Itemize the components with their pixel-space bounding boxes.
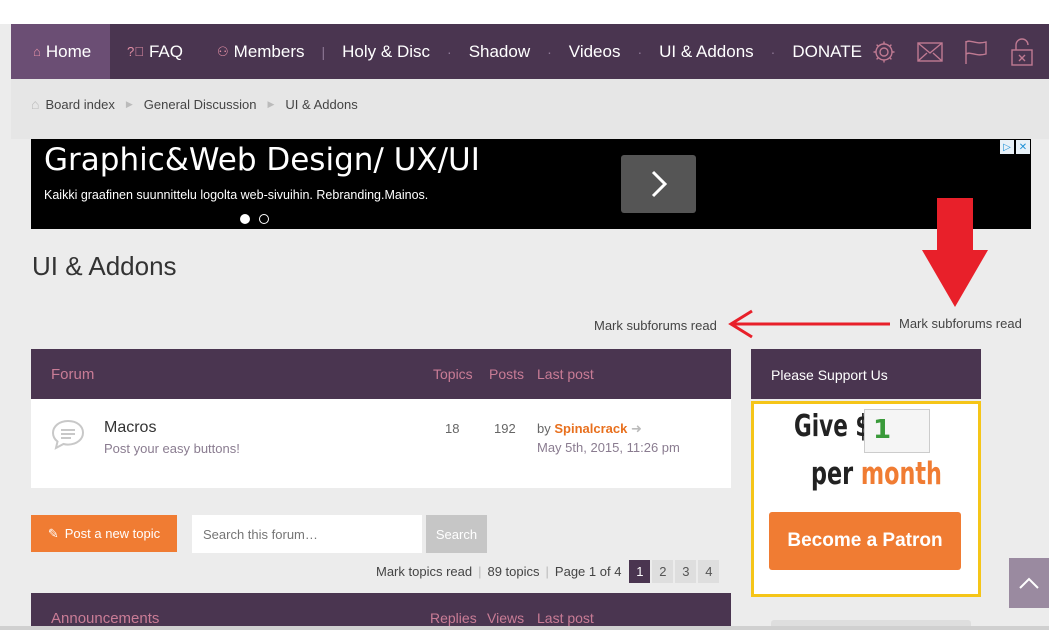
scroll-to-top-button[interactable] — [1009, 558, 1049, 608]
page-2[interactable]: 2 — [652, 559, 674, 583]
per-month-label: per month — [811, 456, 942, 492]
flag-icon[interactable] — [963, 39, 989, 65]
nav-members[interactable]: ⚇ Members — [200, 24, 322, 79]
nav-videos[interactable]: Videos — [552, 24, 638, 79]
ad-title: Graphic&Web Design/ UX/UI — [44, 142, 480, 178]
nav-donate-label: DONATE — [792, 41, 862, 61]
forum-posts-count: 192 — [494, 421, 516, 436]
nav-ui-addons[interactable]: UI & Addons — [642, 24, 771, 79]
top-strip — [0, 0, 1049, 24]
forum-table: Forum Topics Posts Last post Macros Post… — [31, 349, 731, 488]
breadcrumb: ⌂ Board index ▶ General Discussion ▶ UI … — [31, 96, 358, 112]
carousel-dot[interactable] — [240, 214, 250, 224]
nav-shadow-label: Shadow — [468, 41, 531, 61]
chevron-up-icon — [1019, 577, 1039, 589]
become-patron-button[interactable]: Become a Patron — [769, 512, 961, 570]
forum-topics-count: 18 — [445, 421, 460, 436]
per-label: per — [811, 456, 854, 492]
last-post-by: by — [537, 421, 551, 436]
gear-icon[interactable] — [871, 39, 897, 65]
ad-description: Kaikki graafinen suunnittelu logolta web… — [44, 188, 429, 202]
close-icon[interactable]: ✕ — [1016, 140, 1030, 154]
pagination: Mark topics read | 89 topics | Page 1 of… — [376, 559, 720, 583]
lock-icon[interactable] — [1009, 37, 1035, 66]
page-3[interactable]: 3 — [675, 559, 697, 583]
search-forum-input[interactable] — [192, 515, 422, 553]
last-post-author: by Spinalcrack ➜ — [537, 421, 642, 437]
nav-holy-disc[interactable]: Holy & Disc — [325, 24, 447, 79]
ad-controls: ▷ ✕ — [1000, 140, 1030, 154]
ad-banner[interactable]: Graphic&Web Design/ UX/UI Kaikki graafin… — [31, 139, 1031, 229]
last-post-date: May 5th, 2015, 11:26 pm — [537, 440, 680, 455]
header-forum: Forum — [51, 366, 95, 383]
post-new-topic-button[interactable]: ✎ Post a new topic — [31, 515, 177, 552]
question-icon: ?⃝ — [127, 44, 144, 59]
page-title: UI & Addons — [32, 251, 177, 281]
topic-count: 89 topics — [487, 563, 540, 579]
forum-title-macros[interactable]: Macros — [104, 419, 156, 437]
header-last-post: Last post — [537, 366, 594, 382]
home-icon: ⌂ — [33, 44, 41, 59]
nav-ui-addons-label: UI & Addons — [659, 41, 754, 61]
annotation-left-arrow — [728, 309, 890, 339]
separator: | — [545, 563, 549, 579]
ad-next-button[interactable] — [621, 155, 696, 213]
breadcrumb-board-index[interactable]: Board index — [45, 97, 114, 112]
separator: | — [478, 563, 482, 579]
bottom-border — [0, 626, 1049, 630]
header-last-post: Last post — [537, 610, 594, 626]
chevron-right-icon — [651, 170, 667, 198]
nav-donate[interactable]: DONATE — [775, 24, 879, 79]
forum-table-header: Forum Topics Posts Last post — [31, 349, 731, 399]
breadcrumb-ui-addons[interactable]: UI & Addons — [285, 97, 357, 112]
page-1[interactable]: 1 — [629, 559, 651, 583]
left-edge — [0, 24, 11, 630]
forum-read-icon — [50, 418, 86, 450]
nav-shadow[interactable]: Shadow — [452, 24, 547, 79]
chevron-right-icon: ▶ — [125, 98, 133, 109]
give-label: Give $ — [794, 409, 871, 444]
page-4[interactable]: 4 — [698, 559, 720, 583]
month-label: month — [860, 456, 942, 492]
main-navbar: ⌂ Home ?⃝ FAQ ⚇ Members | Holy & Disc · … — [11, 24, 1049, 79]
members-icon: ⚇ — [217, 43, 229, 59]
search-button[interactable]: Search — [426, 515, 487, 553]
last-post-author-link[interactable]: Spinalcrack — [554, 421, 627, 436]
mark-subforums-read-annotated[interactable]: Mark subforums read — [899, 316, 1022, 331]
nav-faq-label: FAQ — [148, 41, 183, 61]
header-views: Views — [487, 610, 525, 626]
nav-user-icons — [871, 24, 1035, 79]
nav-faq[interactable]: ?⃝ FAQ — [110, 24, 200, 79]
carousel-dot[interactable] — [259, 214, 269, 224]
announcements-title: Announcements — [51, 610, 160, 627]
goto-last-post-icon[interactable]: ➜ — [631, 421, 642, 436]
support-us-header: Please Support Us — [751, 349, 981, 399]
ad-carousel-dots — [240, 214, 269, 224]
announcements-header: Announcements Replies Views Last post — [31, 593, 731, 630]
nav-videos-label: Videos — [568, 41, 621, 61]
page-label[interactable]: Page 1 of 4 — [555, 564, 622, 579]
home-icon: ⌂ — [31, 96, 40, 112]
breadcrumb-bar: ⌂ Board index ▶ General Discussion ▶ UI … — [11, 79, 1049, 139]
header-replies: Replies — [430, 610, 477, 626]
post-new-topic-label: Post a new topic — [64, 526, 161, 541]
header-topics: Topics — [433, 366, 473, 382]
breadcrumb-general-discussion[interactable]: General Discussion — [144, 97, 257, 112]
mark-subforums-read-link[interactable]: Mark subforums read — [594, 318, 717, 333]
mail-icon[interactable] — [917, 39, 943, 65]
patron-widget: Give $ 1 per month Become a Patron — [751, 401, 981, 597]
nav-holy-disc-label: Holy & Disc — [342, 41, 431, 61]
chevron-right-icon: ▶ — [267, 98, 275, 109]
nav-members-label: Members — [233, 41, 305, 61]
adchoices-icon[interactable]: ▷ — [1000, 140, 1014, 154]
nav-home[interactable]: ⌂ Home — [11, 24, 110, 79]
forum-description: Post your easy buttons! — [104, 441, 240, 456]
nav-home-label: Home — [45, 41, 92, 61]
mark-topics-read-link[interactable]: Mark topics read — [376, 564, 472, 579]
header-posts: Posts — [489, 366, 525, 382]
donation-amount-field[interactable]: 1 — [864, 409, 930, 453]
forum-row: Macros Post your easy buttons! 18 192 by… — [31, 399, 731, 488]
pencil-icon: ✎ — [47, 525, 59, 541]
